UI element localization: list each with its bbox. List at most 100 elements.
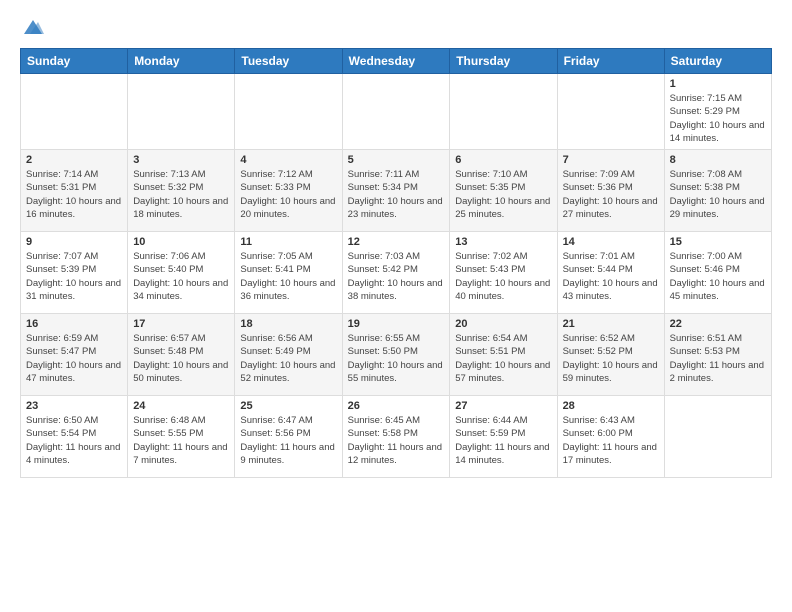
day-info: Sunrise: 7:10 AM Sunset: 5:35 PM Dayligh… bbox=[455, 168, 551, 221]
day-number: 2 bbox=[26, 154, 122, 166]
day-number: 15 bbox=[670, 236, 766, 248]
day-info: Sunrise: 6:48 AM Sunset: 5:55 PM Dayligh… bbox=[133, 414, 229, 467]
day-number: 9 bbox=[26, 236, 122, 248]
week-row-4: 16 Sunrise: 6:59 AM Sunset: 5:47 PM Dayli… bbox=[21, 314, 772, 396]
day-info: Sunrise: 7:09 AM Sunset: 5:36 PM Dayligh… bbox=[563, 168, 659, 221]
day-cell: 10 Sunrise: 7:06 AM Sunset: 5:40 PM Dayli… bbox=[128, 232, 235, 314]
day-cell bbox=[235, 74, 342, 150]
col-header-tuesday: Tuesday bbox=[235, 49, 342, 74]
day-info: Sunrise: 7:00 AM Sunset: 5:46 PM Dayligh… bbox=[670, 250, 766, 303]
day-number: 17 bbox=[133, 318, 229, 330]
day-cell: 12 Sunrise: 7:03 AM Sunset: 5:42 PM Dayli… bbox=[342, 232, 450, 314]
day-cell: 9 Sunrise: 7:07 AM Sunset: 5:39 PM Daylig… bbox=[21, 232, 128, 314]
week-row-2: 2 Sunrise: 7:14 AM Sunset: 5:31 PM Daylig… bbox=[21, 150, 772, 232]
day-info: Sunrise: 6:54 AM Sunset: 5:51 PM Dayligh… bbox=[455, 332, 551, 385]
day-cell: 11 Sunrise: 7:05 AM Sunset: 5:41 PM Dayli… bbox=[235, 232, 342, 314]
col-header-thursday: Thursday bbox=[450, 49, 557, 74]
day-info: Sunrise: 6:56 AM Sunset: 5:49 PM Dayligh… bbox=[240, 332, 336, 385]
col-header-wednesday: Wednesday bbox=[342, 49, 450, 74]
day-cell: 13Sunrise: 7:02 AM Sunset: 5:43 PM Dayli… bbox=[450, 232, 557, 314]
day-info: Sunrise: 7:07 AM Sunset: 5:39 PM Dayligh… bbox=[26, 250, 122, 303]
week-row-1: 1 Sunrise: 7:15 AM Sunset: 5:29 PM Daylig… bbox=[21, 74, 772, 150]
day-number: 16 bbox=[26, 318, 122, 330]
day-cell: 26 Sunrise: 6:45 AM Sunset: 5:58 PM Dayli… bbox=[342, 396, 450, 478]
day-cell: 16 Sunrise: 6:59 AM Sunset: 5:47 PM Dayli… bbox=[21, 314, 128, 396]
day-number: 4 bbox=[240, 154, 336, 166]
day-cell: 1 Sunrise: 7:15 AM Sunset: 5:29 PM Daylig… bbox=[664, 74, 771, 150]
day-info: Sunrise: 6:50 AM Sunset: 5:54 PM Dayligh… bbox=[26, 414, 122, 467]
day-info: Sunrise: 7:12 AM Sunset: 5:33 PM Dayligh… bbox=[240, 168, 336, 221]
day-info: Sunrise: 6:57 AM Sunset: 5:48 PM Dayligh… bbox=[133, 332, 229, 385]
day-number: 20 bbox=[455, 318, 551, 330]
day-number: 12 bbox=[348, 236, 445, 248]
day-number: 27 bbox=[455, 400, 551, 412]
day-number: 28 bbox=[563, 400, 659, 412]
day-cell: 2 Sunrise: 7:14 AM Sunset: 5:31 PM Daylig… bbox=[21, 150, 128, 232]
col-header-saturday: Saturday bbox=[664, 49, 771, 74]
col-header-sunday: Sunday bbox=[21, 49, 128, 74]
day-info: Sunrise: 7:06 AM Sunset: 5:40 PM Dayligh… bbox=[133, 250, 229, 303]
day-cell: 5Sunrise: 7:11 AM Sunset: 5:34 PM Daylig… bbox=[342, 150, 450, 232]
day-cell: 28 Sunrise: 6:43 AM Sunset: 6:00 PM Dayli… bbox=[557, 396, 664, 478]
day-cell: 14 Sunrise: 7:01 AM Sunset: 5:44 PM Dayli… bbox=[557, 232, 664, 314]
day-cell bbox=[342, 74, 450, 150]
col-header-monday: Monday bbox=[128, 49, 235, 74]
logo-icon bbox=[22, 16, 44, 38]
day-cell: 24 Sunrise: 6:48 AM Sunset: 5:55 PM Dayli… bbox=[128, 396, 235, 478]
day-info: Sunrise: 6:52 AM Sunset: 5:52 PM Dayligh… bbox=[563, 332, 659, 385]
day-cell bbox=[21, 74, 128, 150]
day-info: Sunrise: 6:55 AM Sunset: 5:50 PM Dayligh… bbox=[348, 332, 445, 385]
day-cell: 25 Sunrise: 6:47 AM Sunset: 5:56 PM Dayli… bbox=[235, 396, 342, 478]
day-number: 18 bbox=[240, 318, 336, 330]
day-info: Sunrise: 6:59 AM Sunset: 5:47 PM Dayligh… bbox=[26, 332, 122, 385]
col-header-friday: Friday bbox=[557, 49, 664, 74]
day-number: 3 bbox=[133, 154, 229, 166]
day-info: Sunrise: 7:05 AM Sunset: 5:41 PM Dayligh… bbox=[240, 250, 336, 303]
day-cell bbox=[557, 74, 664, 150]
day-number: 26 bbox=[348, 400, 445, 412]
day-cell: 21 Sunrise: 6:52 AM Sunset: 5:52 PM Dayli… bbox=[557, 314, 664, 396]
day-info: Sunrise: 7:03 AM Sunset: 5:42 PM Dayligh… bbox=[348, 250, 445, 303]
day-info: Sunrise: 7:01 AM Sunset: 5:44 PM Dayligh… bbox=[563, 250, 659, 303]
header bbox=[20, 16, 772, 38]
day-cell: 23Sunrise: 6:50 AM Sunset: 5:54 PM Dayli… bbox=[21, 396, 128, 478]
day-info: Sunrise: 7:13 AM Sunset: 5:32 PM Dayligh… bbox=[133, 168, 229, 221]
day-cell: 22 Sunrise: 6:51 AM Sunset: 5:53 PM Dayli… bbox=[664, 314, 771, 396]
day-number: 11 bbox=[240, 236, 336, 248]
day-cell bbox=[450, 74, 557, 150]
day-info: Sunrise: 7:08 AM Sunset: 5:38 PM Dayligh… bbox=[670, 168, 766, 221]
day-info: Sunrise: 6:47 AM Sunset: 5:56 PM Dayligh… bbox=[240, 414, 336, 467]
day-cell: 18 Sunrise: 6:56 AM Sunset: 5:49 PM Dayli… bbox=[235, 314, 342, 396]
day-number: 22 bbox=[670, 318, 766, 330]
day-cell bbox=[128, 74, 235, 150]
day-cell: 7 Sunrise: 7:09 AM Sunset: 5:36 PM Daylig… bbox=[557, 150, 664, 232]
day-cell: 4 Sunrise: 7:12 AM Sunset: 5:33 PM Daylig… bbox=[235, 150, 342, 232]
day-cell: 8 Sunrise: 7:08 AM Sunset: 5:38 PM Daylig… bbox=[664, 150, 771, 232]
day-number: 19 bbox=[348, 318, 445, 330]
day-cell: 15 Sunrise: 7:00 AM Sunset: 5:46 PM Dayli… bbox=[664, 232, 771, 314]
day-number: 24 bbox=[133, 400, 229, 412]
day-number: 13 bbox=[455, 236, 551, 248]
day-cell: 27Sunrise: 6:44 AM Sunset: 5:59 PM Dayli… bbox=[450, 396, 557, 478]
day-info: Sunrise: 7:11 AM Sunset: 5:34 PM Dayligh… bbox=[348, 168, 445, 221]
day-info: Sunrise: 7:15 AM Sunset: 5:29 PM Dayligh… bbox=[670, 92, 766, 145]
week-row-3: 9 Sunrise: 7:07 AM Sunset: 5:39 PM Daylig… bbox=[21, 232, 772, 314]
day-number: 21 bbox=[563, 318, 659, 330]
day-number: 6 bbox=[455, 154, 551, 166]
day-info: Sunrise: 6:51 AM Sunset: 5:53 PM Dayligh… bbox=[670, 332, 766, 385]
day-number: 14 bbox=[563, 236, 659, 248]
day-number: 25 bbox=[240, 400, 336, 412]
day-info: Sunrise: 6:43 AM Sunset: 6:00 PM Dayligh… bbox=[563, 414, 659, 467]
day-info: Sunrise: 6:45 AM Sunset: 5:58 PM Dayligh… bbox=[348, 414, 445, 467]
logo bbox=[20, 16, 44, 38]
day-number: 10 bbox=[133, 236, 229, 248]
calendar-header-row: SundayMondayTuesdayWednesdayThursdayFrid… bbox=[21, 49, 772, 74]
day-number: 8 bbox=[670, 154, 766, 166]
day-cell: 17 Sunrise: 6:57 AM Sunset: 5:48 PM Dayli… bbox=[128, 314, 235, 396]
day-number: 1 bbox=[670, 78, 766, 90]
day-cell bbox=[664, 396, 771, 478]
day-number: 7 bbox=[563, 154, 659, 166]
day-cell: 3 Sunrise: 7:13 AM Sunset: 5:32 PM Daylig… bbox=[128, 150, 235, 232]
day-info: Sunrise: 7:14 AM Sunset: 5:31 PM Dayligh… bbox=[26, 168, 122, 221]
day-cell: 20 Sunrise: 6:54 AM Sunset: 5:51 PM Dayli… bbox=[450, 314, 557, 396]
